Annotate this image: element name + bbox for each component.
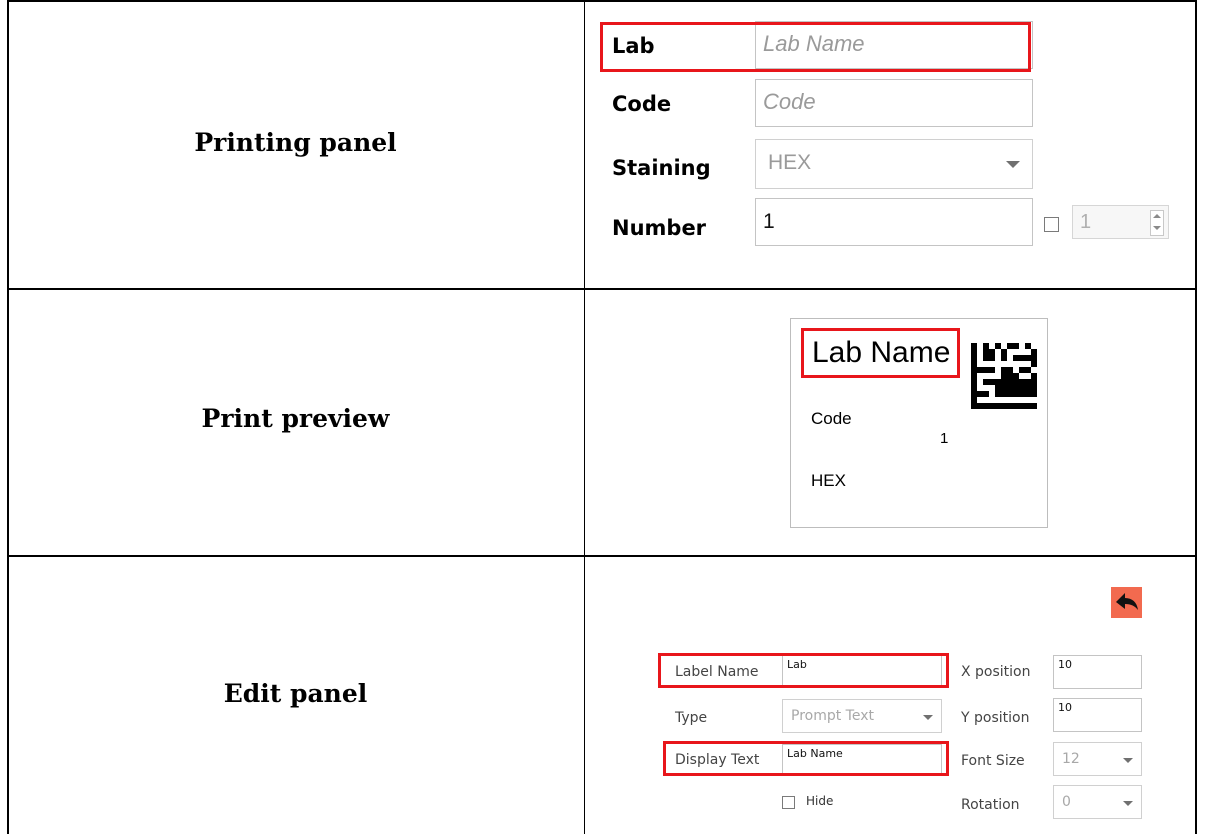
lab-highlight-box — [600, 22, 1031, 72]
chevron-down-icon — [1123, 801, 1133, 806]
type-value: Prompt Text — [791, 708, 874, 724]
staining-dropdown[interactable]: HEX — [755, 139, 1033, 189]
preview-lab-highlight-box — [801, 328, 960, 378]
chevron-down-icon — [1006, 161, 1020, 168]
hide-label: Hide — [806, 794, 834, 808]
rotation-dropdown[interactable]: 0 — [1053, 785, 1142, 819]
back-button[interactable] — [1111, 587, 1142, 618]
font-size-label: Font Size — [961, 753, 1025, 769]
code-input[interactable]: Code — [755, 79, 1033, 127]
number-input[interactable]: 1 — [755, 198, 1033, 246]
y-position-input[interactable]: 10 — [1053, 698, 1142, 732]
type-dropdown[interactable]: Prompt Text — [782, 699, 942, 733]
preview-staining: HEX — [811, 471, 846, 490]
code-placeholder: Code — [763, 89, 816, 114]
rotation-value: 0 — [1062, 794, 1071, 810]
copies-checkbox[interactable] — [1044, 217, 1059, 232]
number-label: Number — [612, 216, 707, 240]
y-position-value: 10 — [1058, 701, 1072, 714]
table-border-top — [7, 0, 1197, 2]
table-row-divider-1 — [7, 288, 1197, 290]
x-position-label: X position — [961, 664, 1031, 680]
preview-code: Code — [811, 409, 852, 428]
staining-value: HEX — [768, 151, 812, 174]
spinner-arrows-icon[interactable] — [1150, 210, 1164, 236]
label-preview: Lab Name Code 1 HEX — [790, 318, 1048, 528]
x-position-input[interactable]: 10 — [1053, 655, 1142, 689]
datamatrix-barcode — [971, 343, 1037, 409]
preview-number: 1 — [940, 430, 949, 447]
hide-checkbox[interactable] — [782, 796, 795, 809]
copies-value: 1 — [1080, 211, 1092, 233]
display-text-highlight-box — [663, 741, 949, 776]
staining-label: Staining — [612, 156, 711, 180]
font-size-dropdown[interactable]: 12 — [1053, 742, 1142, 776]
back-arrow-icon — [1116, 593, 1138, 610]
copies-spinner[interactable]: 1 — [1072, 205, 1169, 239]
row-title-edit-panel: Edit panel — [223, 679, 368, 708]
y-position-label: Y position — [961, 710, 1030, 726]
label-name-highlight-box — [658, 653, 949, 688]
x-position-value: 10 — [1058, 658, 1072, 671]
type-label: Type — [675, 710, 708, 726]
number-value: 1 — [763, 210, 775, 233]
code-label: Code — [612, 92, 672, 116]
table-border-right — [1195, 0, 1197, 834]
rotation-label: Rotation — [961, 797, 1020, 813]
chevron-down-icon — [923, 715, 933, 720]
table-row-divider-2 — [7, 555, 1197, 557]
font-size-value: 12 — [1062, 751, 1080, 767]
row-title-printing-panel: Printing panel — [194, 128, 397, 157]
row-title-print-preview: Print preview — [201, 404, 390, 433]
chevron-down-icon — [1123, 758, 1133, 763]
table-column-divider — [584, 0, 585, 834]
